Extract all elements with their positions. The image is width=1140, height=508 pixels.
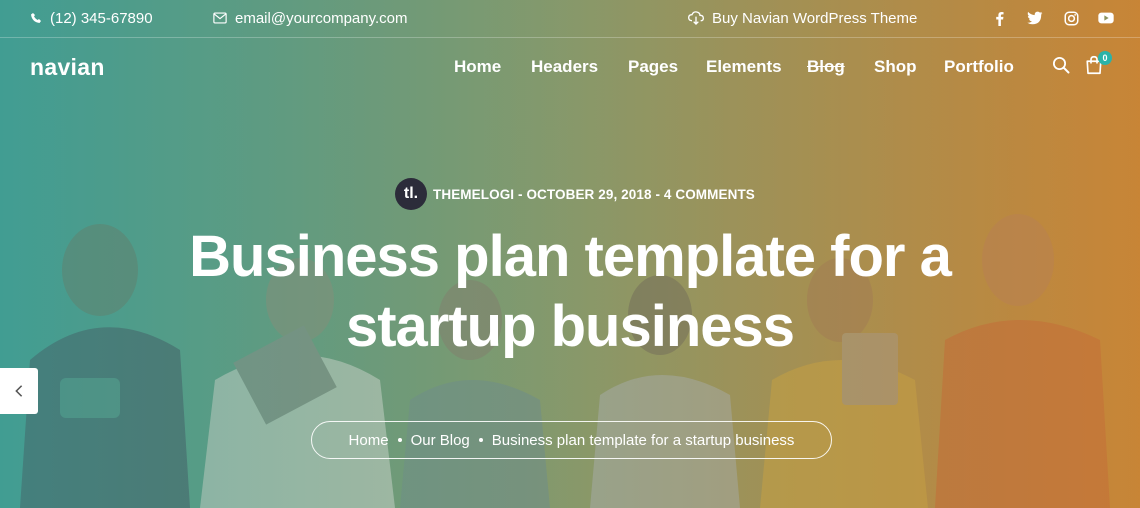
chevron-left-icon: [15, 385, 23, 397]
post-meta-text: THEMELOGI - OCTOBER 29, 2018 - 4 COMMENT…: [433, 186, 755, 202]
nav-item-shop[interactable]: Shop: [874, 57, 917, 77]
nav-item-pages[interactable]: Pages: [628, 57, 678, 77]
facebook-icon[interactable]: [991, 10, 1007, 26]
nav-item-blog[interactable]: Blog: [807, 57, 845, 77]
buy-theme-label: Buy Navian WordPress Theme: [712, 9, 918, 27]
email-contact[interactable]: email@yourcompany.com: [213, 9, 408, 27]
search-icon[interactable]: [1052, 56, 1072, 76]
email-address: email@yourcompany.com: [235, 9, 408, 27]
top-bar: (12) 345-67890 email@yourcompany.com Buy…: [0, 0, 1140, 38]
phone-icon: [31, 13, 41, 23]
twitter-icon[interactable]: [1027, 10, 1043, 26]
breadcrumb: Home Our Blog Business plan template for…: [311, 421, 832, 459]
breadcrumb-current: Business plan template for a startup bus…: [491, 431, 795, 449]
breadcrumb-separator: [478, 438, 483, 442]
phone-contact[interactable]: (12) 345-67890: [30, 9, 153, 27]
previous-slide-button[interactable]: [0, 368, 38, 414]
nav-item-home[interactable]: Home: [454, 57, 501, 77]
post-title-line-1: Business plan template for a: [189, 224, 952, 289]
envelope-icon: [213, 12, 227, 24]
instagram-icon[interactable]: [1063, 10, 1079, 26]
post-title: Business plan template for a startup bus…: [150, 222, 990, 362]
nav-item-headers[interactable]: Headers: [531, 57, 598, 77]
breadcrumb-our-blog[interactable]: Our Blog: [411, 432, 470, 449]
breadcrumb-separator: [397, 438, 402, 442]
post-meta: tl. THEMELOGI - OCTOBER 29, 2018 - 4 COM…: [395, 178, 755, 210]
author-avatar[interactable]: tl.: [395, 178, 427, 210]
buy-theme-link[interactable]: Buy Navian WordPress Theme: [688, 9, 917, 27]
cloud-download-icon: [688, 11, 704, 25]
breadcrumb-home[interactable]: Home: [349, 432, 389, 449]
brand-logo[interactable]: navian: [30, 54, 105, 81]
post-title-line-2: startup business: [345, 294, 795, 359]
cart-count-badge: 0: [1098, 51, 1112, 65]
youtube-icon[interactable]: [1098, 10, 1114, 26]
phone-number: (12) 345-67890: [50, 9, 153, 27]
nav-item-portfolio[interactable]: Portfolio: [944, 57, 1014, 77]
nav-item-elements[interactable]: Elements: [706, 57, 782, 77]
